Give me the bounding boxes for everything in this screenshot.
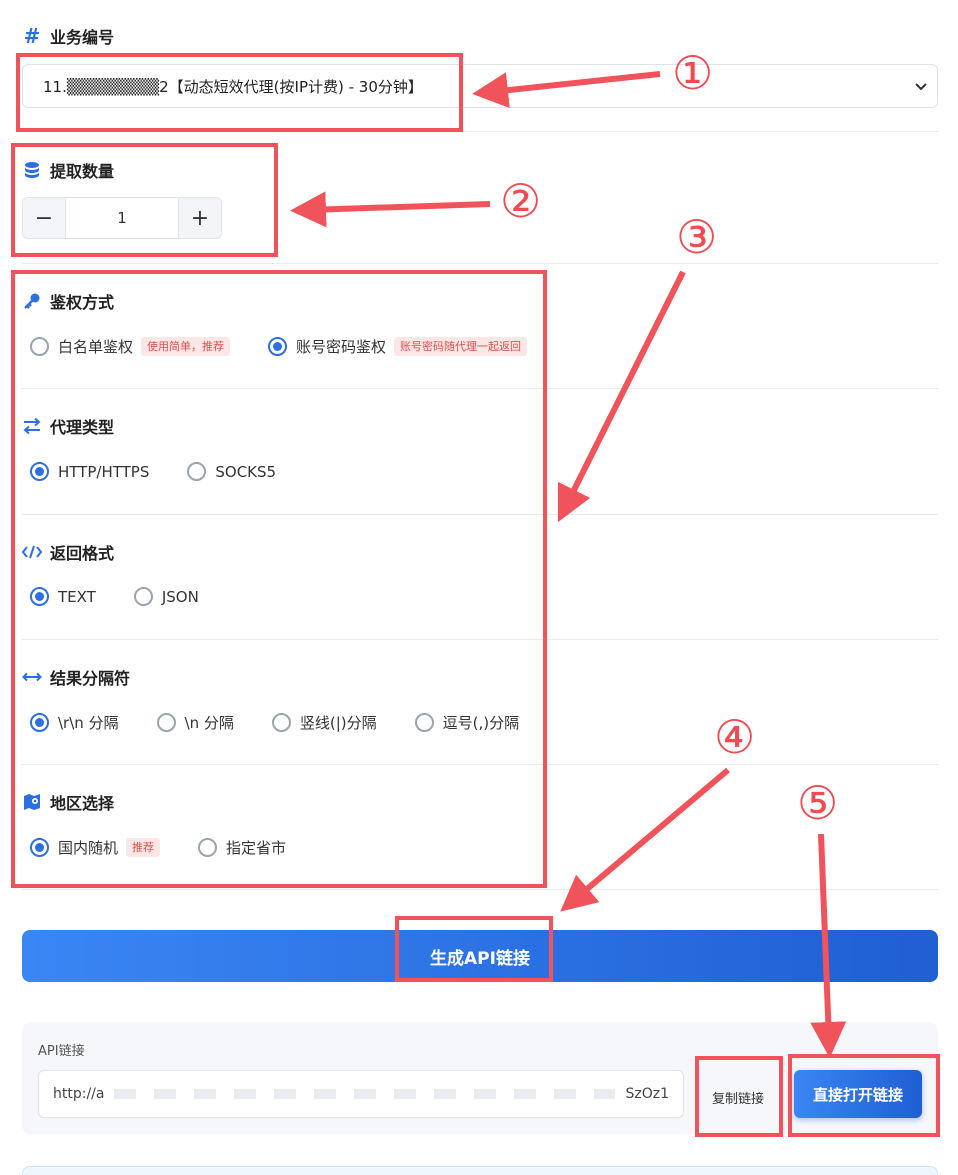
annotation-arrows (290, 71, 847, 1058)
arrow-2 (290, 191, 491, 228)
arrow-1 (472, 71, 661, 109)
arrow-3 (557, 270, 686, 523)
arrow-5 (810, 833, 847, 1058)
arrow-4 (560, 767, 730, 912)
